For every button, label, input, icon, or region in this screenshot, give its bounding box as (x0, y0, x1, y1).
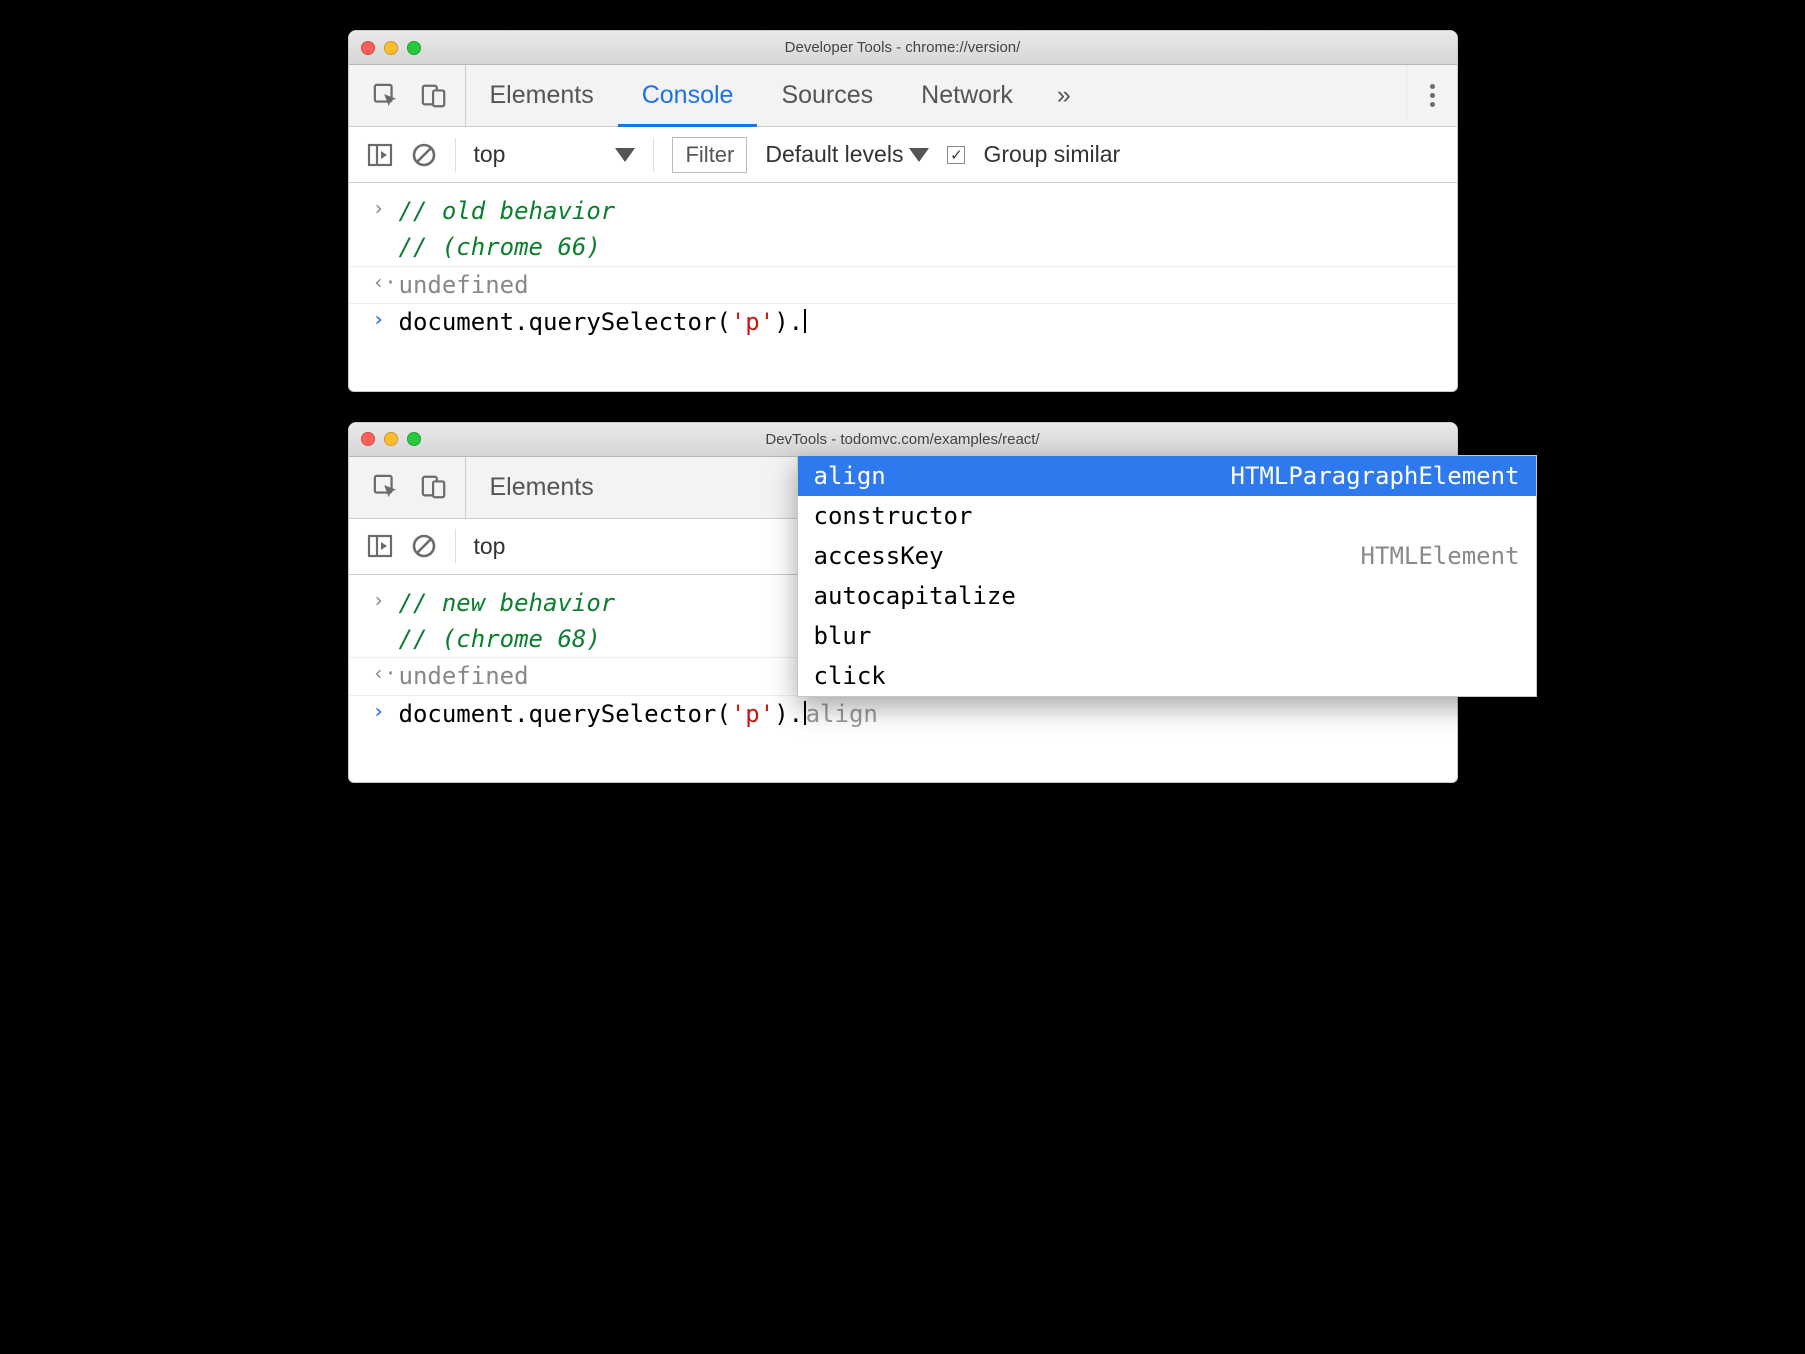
expand-icon[interactable]: › (373, 195, 399, 227)
device-icon[interactable] (421, 83, 447, 109)
text-cursor (804, 309, 806, 333)
traffic-lights (361, 432, 421, 446)
clear-console-icon[interactable] (411, 142, 437, 168)
chevron-down-icon (615, 148, 635, 162)
titlebar[interactable]: DevTools - todomvc.com/examples/react/ (349, 423, 1457, 457)
autocomplete-item[interactable]: accessKey HTMLElement (798, 536, 1536, 576)
window-title: DevTools - todomvc.com/examples/react/ (349, 431, 1457, 448)
group-similar-label: Group similar (983, 141, 1120, 168)
window-title: Developer Tools - chrome://version/ (349, 39, 1457, 56)
autocomplete-item[interactable]: align HTMLParagraphElement (798, 456, 1536, 496)
separator (653, 138, 654, 172)
context-label: top (474, 533, 506, 560)
minimize-icon[interactable] (384, 432, 398, 446)
return-icon: ‹· (373, 269, 399, 301)
maximize-icon[interactable] (407, 432, 421, 446)
tabs: Elements Console Sources Network » (466, 65, 1407, 126)
separator (455, 529, 456, 563)
prompt-icon: › (373, 306, 399, 338)
close-icon[interactable] (361, 41, 375, 55)
tabbar-left-tools (349, 65, 466, 126)
titlebar[interactable]: Developer Tools - chrome://version/ (349, 31, 1457, 65)
return-icon: ‹· (373, 660, 399, 692)
traffic-lights (361, 41, 421, 55)
console-input[interactable]: document.querySelector('p'). (399, 306, 1433, 338)
separator (455, 138, 456, 172)
console-input-row[interactable]: › document.querySelector('p').align (349, 695, 1457, 732)
autocomplete-item[interactable]: autocapitalize (798, 576, 1536, 616)
sidebar-toggle-icon[interactable] (367, 533, 393, 559)
close-icon[interactable] (361, 432, 375, 446)
console-comment: // (chrome 66) (399, 231, 1433, 263)
tab-elements[interactable]: Elements (466, 457, 618, 518)
context-selector[interactable]: top (474, 533, 506, 560)
autocomplete-type: HTMLElement (1361, 542, 1520, 570)
sidebar-toggle-icon[interactable] (367, 142, 393, 168)
console-toolbar: top Filter Default levels ✓ Group simila… (349, 127, 1457, 183)
autocomplete-name: autocapitalize (814, 582, 1016, 610)
tab-elements[interactable]: Elements (466, 65, 618, 126)
devtools-window-old: Developer Tools - chrome://version/ Elem… (348, 30, 1458, 392)
autocomplete-name: blur (814, 622, 872, 650)
more-tabs-icon[interactable]: » (1037, 65, 1091, 126)
clear-console-icon[interactable] (411, 533, 437, 559)
console-row: ‹· undefined (349, 266, 1457, 303)
filter-input[interactable]: Filter (672, 137, 747, 173)
autocomplete-item[interactable]: click (798, 656, 1536, 696)
console-comment: // old behavior (399, 195, 1433, 227)
autocomplete-name: constructor (814, 502, 973, 530)
autocomplete-item[interactable]: blur (798, 616, 1536, 656)
console-input[interactable]: document.querySelector('p').align (399, 698, 1433, 730)
console-result: undefined (399, 269, 1433, 301)
prompt-icon: › (373, 698, 399, 730)
console-body: › // old behavior // (chrome 66) ‹· unde… (349, 183, 1457, 391)
chevron-down-icon (909, 148, 929, 162)
expand-icon[interactable]: › (373, 587, 399, 619)
context-selector[interactable]: top (474, 141, 636, 168)
tabbar-right (1407, 65, 1457, 126)
tabbar: Elements align HTMLParagraphElement cons… (349, 457, 1457, 519)
autocomplete-item[interactable]: constructor (798, 496, 1536, 536)
autocomplete-name: accessKey (814, 542, 944, 570)
autocomplete-type: HTMLParagraphElement (1231, 462, 1520, 490)
minimize-icon[interactable] (384, 41, 398, 55)
console-input-row[interactable]: › document.querySelector('p'). (349, 303, 1457, 340)
tabbar-left-tools (349, 457, 466, 518)
maximize-icon[interactable] (407, 41, 421, 55)
group-similar-checkbox[interactable]: ✓ (947, 146, 965, 164)
autocomplete-ghost: align (806, 700, 878, 728)
devtools-window-new: DevTools - todomvc.com/examples/react/ E… (348, 422, 1458, 784)
levels-label: Default levels (765, 141, 903, 168)
tab-console[interactable]: Console (618, 65, 758, 126)
inspect-icon[interactable] (373, 474, 399, 500)
autocomplete-name: click (814, 662, 886, 690)
inspect-icon[interactable] (373, 83, 399, 109)
context-label: top (474, 141, 506, 168)
tab-network[interactable]: Network (897, 65, 1037, 126)
autocomplete-name: align (814, 462, 886, 490)
device-icon[interactable] (421, 474, 447, 500)
levels-selector[interactable]: Default levels (765, 141, 929, 168)
tabbar: Elements Console Sources Network » (349, 65, 1457, 127)
console-row: // (chrome 66) (349, 229, 1457, 265)
console-row: › // old behavior (349, 193, 1457, 229)
autocomplete-dropdown[interactable]: align HTMLParagraphElement constructor a… (797, 455, 1537, 697)
menu-icon[interactable] (1430, 84, 1435, 107)
tab-sources[interactable]: Sources (757, 65, 897, 126)
